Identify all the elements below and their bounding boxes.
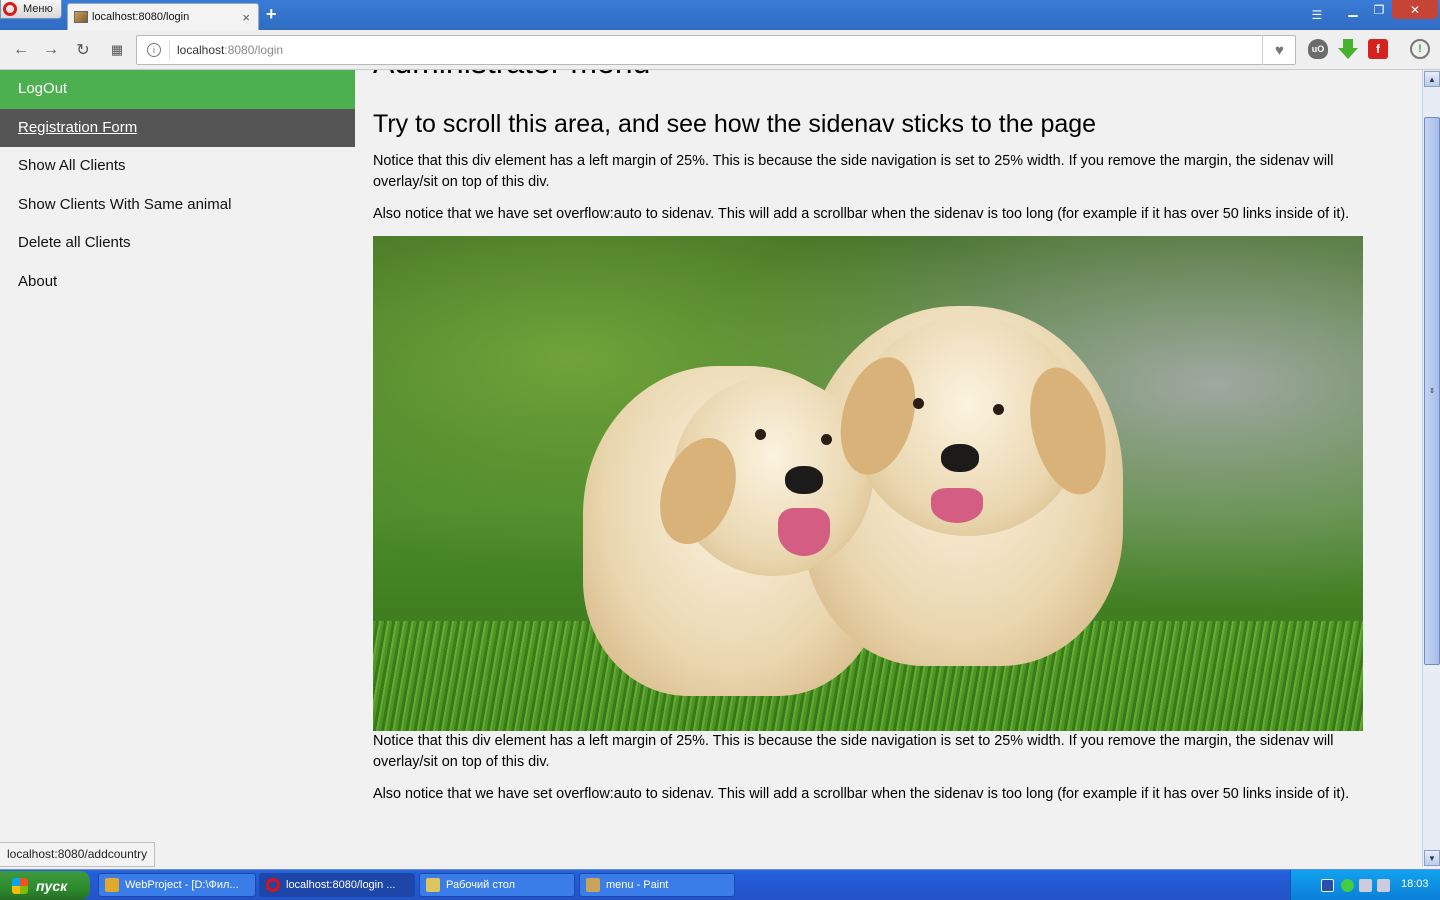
taskbar-item-label: WebProject - [D:\Фил... xyxy=(125,879,239,891)
reload-icon[interactable]: ↻ xyxy=(72,39,94,61)
browser-toolbar: ← → ↻ ▦ i localhost:8080/login ♥ uO f ! xyxy=(0,30,1440,70)
tray-network-icon[interactable] xyxy=(1321,879,1334,892)
paragraph-margin-note-repeat: Notice that this div element has a left … xyxy=(373,733,1334,770)
paint-icon xyxy=(586,878,600,892)
scrollbar-thumb[interactable]: ⇕ xyxy=(1424,117,1440,665)
taskbar-item-desktop[interactable]: Рабочий стол xyxy=(419,873,575,897)
restore-icon[interactable]: ❐ xyxy=(1366,0,1392,19)
paragraph-margin-note: Notice that this div element has a left … xyxy=(373,153,1334,190)
tray-antivirus-icon[interactable] xyxy=(1341,879,1354,892)
page-title: Administrator menu xyxy=(373,70,650,81)
puppy-right-eye-2 xyxy=(993,404,1004,415)
tray-monitor-icon[interactable] xyxy=(1377,879,1390,892)
scroll-up-arrow-icon[interactable]: ▲ xyxy=(1424,71,1440,87)
puppy-left-tongue xyxy=(778,508,830,556)
new-tab-button[interactable]: + xyxy=(266,4,277,25)
browser-menu-button[interactable]: Меню xyxy=(0,0,62,19)
forward-arrow-icon[interactable]: → xyxy=(40,39,62,61)
ide-icon xyxy=(105,878,119,892)
minimize-icon[interactable]: ▁ xyxy=(1340,0,1366,19)
taskbar: пуск WebProject - [D:\Фил... localhost:8… xyxy=(0,869,1440,900)
browser-title-bar: Меню localhost:8080/login × + ☰ ▁ ❐ ✕ xyxy=(0,0,1440,30)
tab-close-icon[interactable]: × xyxy=(242,10,250,25)
url-path: :8080/login xyxy=(224,43,284,57)
windows-flag-icon xyxy=(12,877,28,894)
download-extension-icon[interactable] xyxy=(1338,39,1358,59)
main-content: Administrator menu Try to scroll this ar… xyxy=(373,70,1373,867)
browser-tab[interactable]: localhost:8080/login × xyxy=(67,3,259,30)
back-arrow-icon[interactable]: ← xyxy=(10,39,32,61)
puppy-right-eye-1 xyxy=(913,398,924,409)
address-separator xyxy=(169,40,170,60)
folder-icon xyxy=(426,878,440,892)
sidenav-item-about[interactable]: About xyxy=(0,263,355,302)
puppy-right-tongue xyxy=(931,488,983,523)
start-label: пуск xyxy=(36,877,68,894)
update-extension-icon[interactable]: ! xyxy=(1410,39,1430,59)
bookmark-heart-icon[interactable]: ♥ xyxy=(1262,35,1296,65)
scroll-down-arrow-icon[interactable]: ▼ xyxy=(1424,850,1440,866)
system-tray: 18:03 xyxy=(1290,870,1440,900)
sidenav: LogOut Registration Form Show All Client… xyxy=(0,70,355,867)
site-info-icon[interactable]: i xyxy=(147,43,161,57)
paragraph-overflow-note: Also notice that we have set overflow:au… xyxy=(373,206,1350,222)
page-scrollbar[interactable]: ▲ ⇕ ▼ xyxy=(1422,70,1440,867)
tab-favicon-icon xyxy=(74,11,88,23)
puppy-right-nose xyxy=(941,444,979,472)
address-input[interactable]: localhost:8080/login xyxy=(177,43,1295,57)
puppy-left-eye-2 xyxy=(821,434,832,445)
sidenav-item-logout[interactable]: LogOut xyxy=(0,70,355,109)
puppy-left-eye-1 xyxy=(755,429,766,440)
taskbar-item-label: menu - Paint xyxy=(606,879,669,891)
tab-title: localhost:8080/login xyxy=(92,11,190,23)
taskbar-item-webproject[interactable]: WebProject - [D:\Фил... xyxy=(98,873,256,897)
tab-menu-icon[interactable]: ☰ xyxy=(1306,5,1328,24)
opera-logo-icon xyxy=(3,2,17,16)
window-close-icon[interactable]: ✕ xyxy=(1392,0,1438,19)
speed-dial-grid-icon[interactable]: ▦ xyxy=(106,39,128,61)
tray-display-icon[interactable] xyxy=(1359,879,1372,892)
taskbar-item-label: Рабочий стол xyxy=(446,879,516,891)
page-subtitle: Try to scroll this area, and see how the… xyxy=(373,110,1097,138)
address-bar[interactable]: i localhost:8080/login xyxy=(136,35,1296,65)
taskbar-item-label: localhost:8080/login ... xyxy=(286,879,396,891)
taskbar-item-browser[interactable]: localhost:8080/login ... xyxy=(259,873,415,897)
url-host: localhost xyxy=(177,43,225,57)
paragraph-overflow-note-repeat: Also notice that we have set overflow:au… xyxy=(373,786,1350,802)
ublock-extension-icon[interactable]: uO xyxy=(1308,39,1328,59)
browser-menu-label: Меню xyxy=(23,3,53,15)
taskbar-item-paint[interactable]: menu - Paint xyxy=(579,873,735,897)
taskbar-clock: 18:03 xyxy=(1401,878,1429,890)
sidenav-item-show-all-clients[interactable]: Show All Clients xyxy=(0,147,355,186)
sidenav-item-registration-form[interactable]: Registration Form xyxy=(0,108,355,148)
sidenav-item-delete-all-clients[interactable]: Delete all Clients xyxy=(0,224,355,263)
sidenav-item-show-clients-same-animal[interactable]: Show Clients With Same animal xyxy=(0,186,355,225)
flash-extension-icon[interactable]: f xyxy=(1368,39,1388,59)
puppy-left-nose xyxy=(785,466,823,494)
puppies-photo xyxy=(373,236,1363,731)
status-url: localhost:8080/addcountry xyxy=(0,842,156,867)
opera-icon xyxy=(266,878,280,892)
start-button[interactable]: пуск xyxy=(0,871,90,900)
